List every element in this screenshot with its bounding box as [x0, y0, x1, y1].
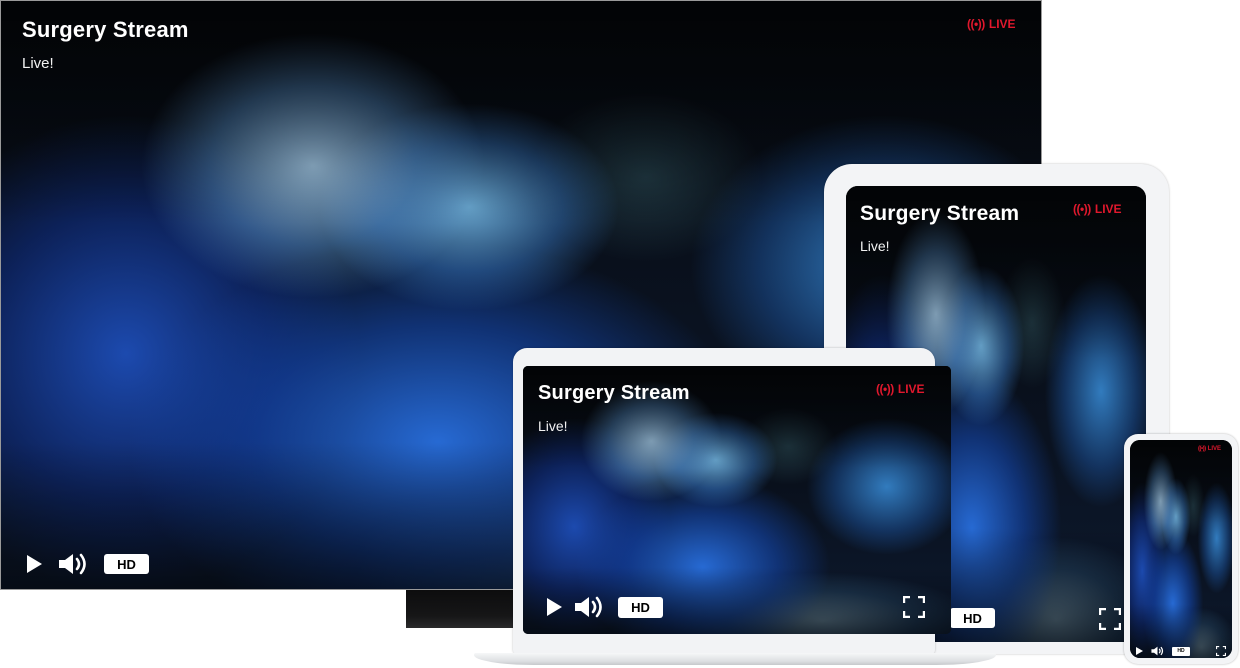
hd-quality-button[interactable]: HD — [1172, 646, 1190, 656]
stream-title: Surgery Stream — [22, 17, 189, 42]
live-badge: ((•)) LIVE — [967, 17, 1016, 31]
hd-quality-button[interactable]: HD — [104, 554, 149, 574]
laptop-base — [474, 653, 996, 665]
play-icon[interactable] — [27, 555, 42, 573]
volume-icon[interactable] — [574, 596, 604, 618]
live-label: LIVE — [897, 382, 925, 396]
fullscreen-icon[interactable] — [1216, 646, 1226, 656]
volume-icon[interactable] — [1151, 646, 1164, 656]
laptop-video-player[interactable]: Surgery Stream Live! ((•)) LIVE HD — [523, 366, 951, 634]
broadcast-icon: ((•)) — [876, 382, 894, 396]
stream-title: Surgery Stream — [860, 202, 1020, 225]
fullscreen-icon[interactable] — [903, 596, 925, 618]
live-badge: ((•)) LIVE — [876, 382, 925, 396]
broadcast-icon: ((•)) — [1198, 446, 1206, 452]
volume-icon[interactable] — [58, 553, 88, 575]
stream-subtitle: Live! — [22, 55, 54, 72]
live-badge: ((•)) LIVE — [1198, 446, 1221, 452]
stream-subtitle: Live! — [538, 418, 568, 434]
live-label: LIVE — [1207, 446, 1222, 452]
live-label: LIVE — [1094, 202, 1122, 216]
fullscreen-icon[interactable] — [1099, 608, 1121, 630]
live-label: LIVE — [988, 17, 1016, 31]
play-icon[interactable] — [547, 598, 562, 616]
phone-video-player[interactable]: ((•)) LIVE HD — [1130, 440, 1232, 658]
laptop-device: Surgery Stream Live! ((•)) LIVE HD — [474, 348, 996, 668]
live-badge: ((•)) LIVE — [1073, 202, 1122, 216]
stream-title: Surgery Stream — [538, 382, 690, 404]
broadcast-icon: ((•)) — [1073, 202, 1091, 216]
phone-device: ((•)) LIVE HD — [1124, 434, 1238, 664]
play-icon[interactable] — [1136, 647, 1143, 655]
hd-quality-button[interactable]: HD — [618, 596, 663, 618]
stream-subtitle: Live! — [860, 238, 890, 254]
broadcast-icon: ((•)) — [967, 17, 985, 31]
